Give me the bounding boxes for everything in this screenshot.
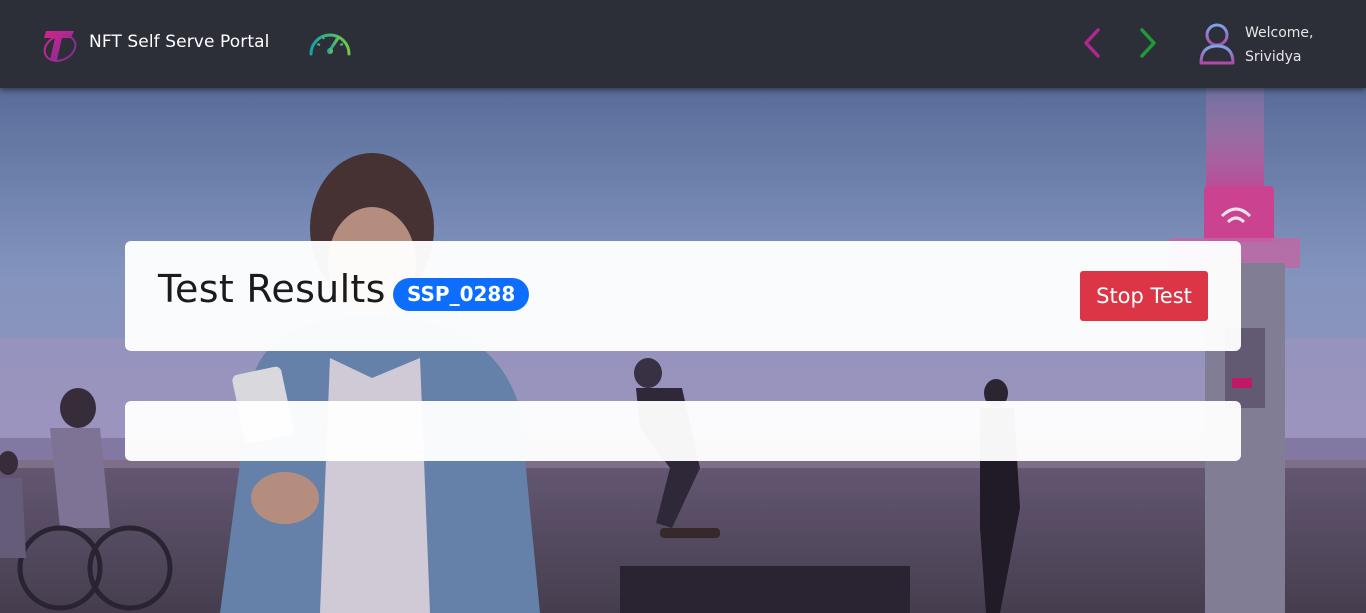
- telstra-logo-icon[interactable]: [40, 20, 80, 66]
- top-navbar: NFT Self Serve Portal Welcome, Srividya: [0, 0, 1366, 88]
- user-name: Srividya: [1245, 49, 1302, 65]
- test-results-card: Test Results SSP_0288 Stop Test: [125, 241, 1241, 351]
- welcome-greeting: Welcome,: [1245, 25, 1314, 41]
- results-content-card: [125, 401, 1241, 461]
- user-avatar-icon[interactable]: [1198, 22, 1236, 66]
- chevron-left-icon[interactable]: [1078, 26, 1106, 60]
- speedometer-icon[interactable]: [308, 26, 352, 60]
- app-title: NFT Self Serve Portal: [89, 32, 270, 52]
- test-id-badge: SSP_0288: [393, 278, 530, 311]
- stop-test-button[interactable]: Stop Test: [1080, 271, 1208, 321]
- results-title: Test Results: [158, 267, 386, 311]
- welcome-text: Welcome, Srividya: [1245, 21, 1314, 69]
- chevron-right-icon[interactable]: [1134, 26, 1162, 60]
